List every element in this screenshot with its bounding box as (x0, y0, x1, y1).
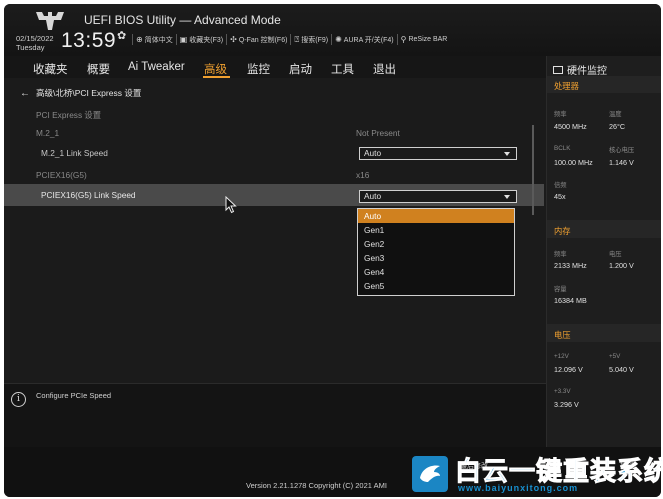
v12-label: +12V (554, 353, 569, 360)
search-button[interactable]: ⍰ 搜索(F9) (290, 34, 331, 45)
version-text: Version 2.21.1278 Copyright (C) 2021 AMI (246, 481, 387, 490)
tab-main[interactable]: 概要 (87, 61, 110, 77)
favorites-button[interactable]: ▣ 收藏夹(F3) (175, 34, 226, 45)
chevron-down-icon (504, 152, 510, 156)
globe-icon: ⊕ (136, 35, 143, 44)
resize-bar-icon: ⚲ (400, 35, 407, 44)
tab-boot[interactable]: 启动 (289, 61, 312, 77)
aura-label: AURA 开/关(F4) (343, 36, 394, 44)
mem-freq-label: 频率 (554, 251, 567, 258)
qfan-label: Q-Fan 控制(F6) (238, 36, 288, 44)
resize-bar-label: ReSize BAR (408, 36, 448, 43)
ratio-value: 45x (554, 192, 566, 201)
cpu-freq-value: 4500 MHz (554, 122, 587, 131)
tab-monitor[interactable]: 监控 (247, 61, 270, 77)
cpu-temp-label: 温度 (609, 111, 622, 118)
monitor-title: 硬件监控 (553, 62, 607, 77)
search-icon: ⍰ (294, 34, 300, 44)
help-panel: i Configure PCIe Speed (4, 383, 546, 447)
back-arrow-icon[interactable]: ← (20, 88, 30, 99)
favorites-label: 收藏夹(F3) (189, 36, 224, 44)
v33-value: 3.296 V (554, 400, 579, 409)
info-icon: i (11, 392, 26, 407)
tab-exit[interactable]: 退出 (373, 61, 396, 77)
cpu-temp-value: 26°C (609, 122, 626, 131)
language-label: 简体中文 (144, 36, 173, 44)
pciex-link-speed-label[interactable]: PCIEX16(G5) Link Speed (41, 190, 136, 200)
bird-logo-icon (412, 456, 448, 492)
pciex-width: x16 (356, 170, 370, 180)
scrollbar[interactable] (532, 125, 534, 215)
breadcrumb[interactable]: ← 高级\北桥\PCI Express 设置 (20, 87, 141, 99)
pciex-label: PCIEX16(G5) (36, 170, 87, 180)
option-gen3[interactable]: Gen3 (358, 251, 514, 265)
date-text: 02/15/2022 (16, 34, 54, 43)
m2-link-speed-label[interactable]: M.2_1 Link Speed (41, 148, 108, 158)
v33-label: +3.3V (554, 388, 571, 395)
monitor-icon (553, 65, 563, 74)
cpu-section-title: 处理器 (554, 81, 579, 91)
mem-freq-value: 2133 MHz (554, 261, 587, 270)
bookmark-icon: ▣ (179, 35, 188, 44)
aura-icon: ✺ (335, 35, 342, 44)
tab-advanced[interactable]: 高级 (204, 61, 227, 77)
bios-window: UEFI BIOS Utility — Advanced Mode 02/15/… (4, 4, 661, 497)
aura-button[interactable]: ✺ AURA 开/关(F4) (331, 34, 397, 45)
search-label: 搜索(F9) (301, 36, 329, 44)
resize-bar-button[interactable]: ⚲ ReSize BAR (396, 34, 451, 45)
monitor-title-text: 硬件监控 (567, 66, 607, 77)
option-auto[interactable]: Auto (358, 209, 514, 223)
help-text: Configure PCIe Speed (36, 391, 112, 400)
day-text: Tuesday (16, 43, 45, 52)
option-gen4[interactable]: Gen4 (358, 265, 514, 279)
mem-capacity-label: 容量 (554, 286, 567, 293)
v5-label: +5V (609, 353, 621, 360)
cpu-freq-label: 频率 (554, 111, 567, 118)
tab-tool[interactable]: 工具 (331, 61, 354, 77)
settings-panel: ← 高级\北桥\PCI Express 设置 PCI Express 设置 M.… (4, 78, 546, 383)
link-speed-dropdown: Auto Gen1 Gen2 Gen3 Gen4 Gen5 (357, 208, 515, 296)
v12-value: 12.096 V (554, 365, 583, 374)
m2-status: Not Present (356, 128, 400, 138)
mem-volt-label: 电压 (609, 251, 622, 258)
option-gen5[interactable]: Gen5 (358, 279, 514, 293)
chevron-down-icon (504, 195, 510, 199)
gear-icon[interactable]: ✿ (117, 29, 126, 42)
fan-icon: ✣ (230, 35, 237, 44)
language-button[interactable]: ⊕ 简体中文 (132, 34, 176, 45)
breadcrumb-text: 高级\北桥\PCI Express 设置 (36, 88, 142, 98)
qfan-button[interactable]: ✣ Q-Fan 控制(F6) (226, 34, 290, 45)
date-display: 02/15/2022 Tuesday (16, 34, 54, 52)
tab-favorites[interactable]: 收藏夹 (33, 61, 68, 77)
pciex-link-speed-select[interactable]: Auto (359, 190, 517, 203)
core-voltage-label: 核心电压 (609, 147, 635, 154)
quick-toolbar: ⊕ 简体中文 ▣ 收藏夹(F3) ✣ Q-Fan 控制(F6) ⍰ 搜索(F9) ✺ AU… (132, 34, 450, 45)
v5-value: 5.040 V (609, 365, 634, 374)
watermark: 白云一键重装系统 www.baiyunxitong.com (412, 450, 663, 496)
m2-label: M.2_1 (36, 128, 60, 138)
pciex-link-speed-value: Auto (364, 191, 382, 201)
tab-ai-tweaker[interactable]: Ai Tweaker (128, 61, 185, 73)
m2-link-speed-select[interactable]: Auto (359, 147, 517, 160)
clock[interactable]: 13:59 (61, 29, 116, 53)
app-title: UEFI BIOS Utility — Advanced Mode (84, 13, 281, 27)
bclk-value: 100.00 MHz (554, 158, 593, 167)
option-gen1[interactable]: Gen1 (358, 223, 514, 237)
core-voltage-value: 1.146 V (609, 158, 634, 167)
mouse-cursor-icon (225, 196, 237, 214)
header-bar: UEFI BIOS Utility — Advanced Mode 02/15/… (4, 4, 661, 56)
memory-section-title: 内存 (554, 226, 571, 236)
mem-volt-value: 1.200 V (609, 261, 634, 270)
ratio-label: 倍频 (554, 182, 567, 189)
section-title: PCI Express 设置 (36, 110, 102, 120)
bclk-label: BCLK (554, 145, 571, 152)
mem-capacity-value: 16384 MB (554, 296, 587, 305)
hardware-monitor: 硬件监控 处理器 频率 温度 4500 MHz 26°C BCLK 核心电压 1… (546, 56, 661, 447)
option-gen2[interactable]: Gen2 (358, 237, 514, 251)
watermark-url: www.baiyunxitong.com (458, 483, 579, 493)
voltage-section-title: 电压 (554, 330, 571, 340)
m2-link-speed-value: Auto (364, 148, 382, 158)
main-nav: 收藏夹 概要 Ai Tweaker 高级 监控 启动 工具 退出 (4, 56, 546, 78)
